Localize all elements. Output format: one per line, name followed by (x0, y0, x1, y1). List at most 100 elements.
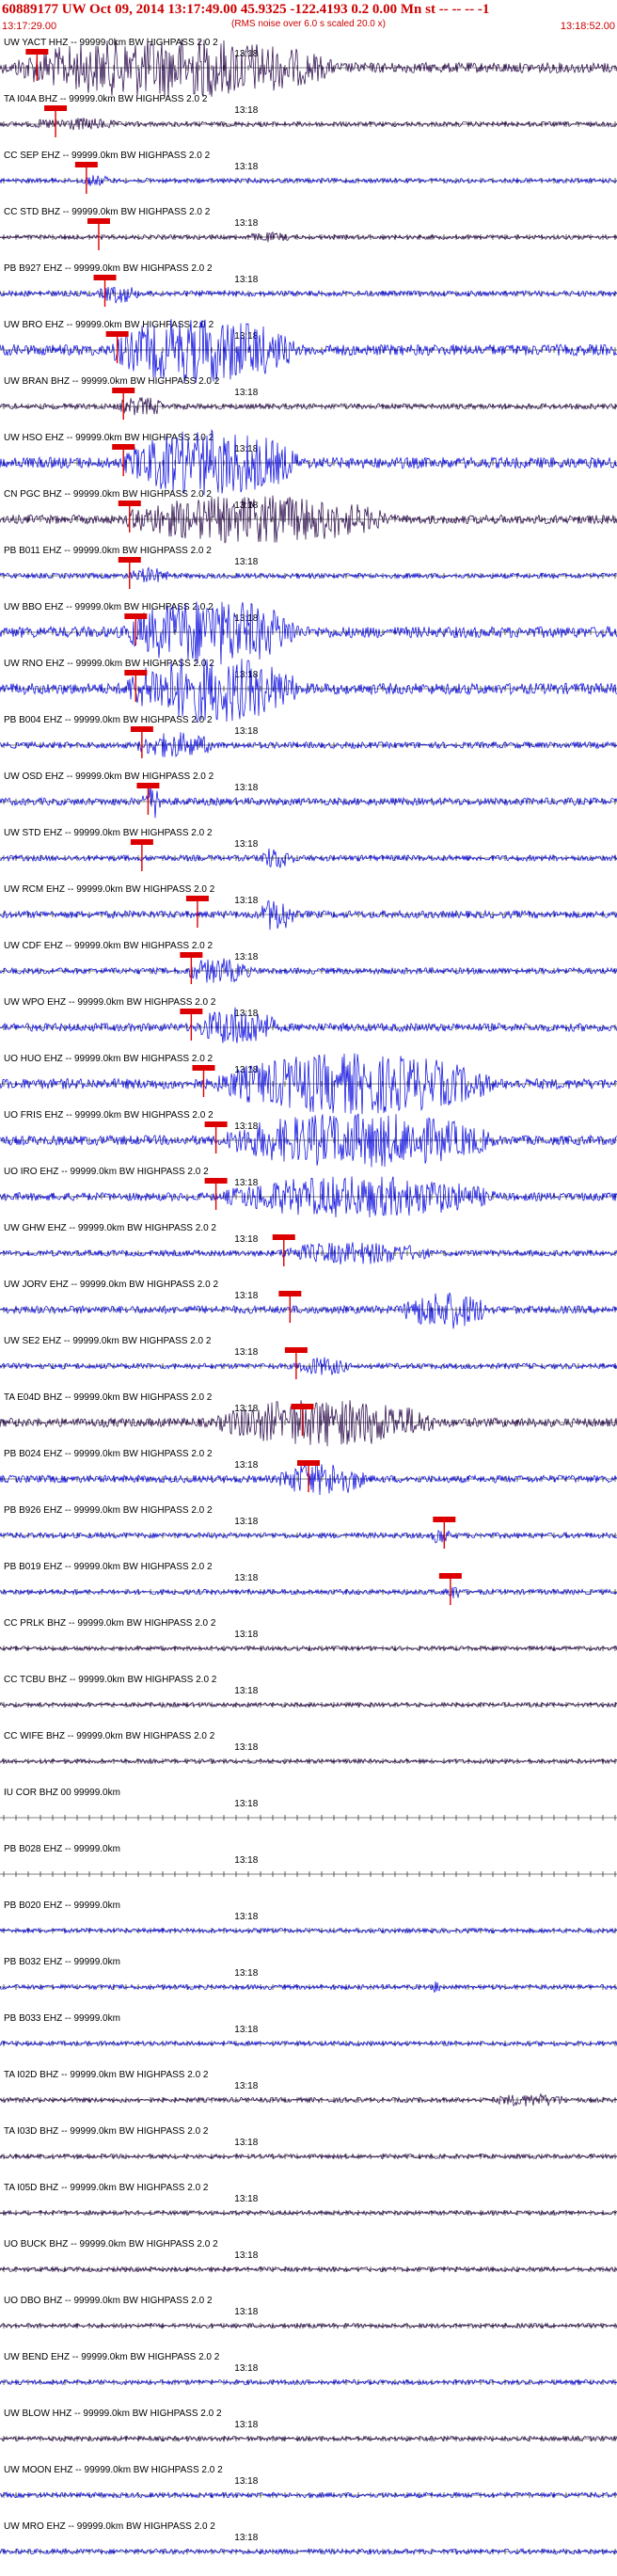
channel-row: PB B926 EHZ -- 99999.0km BW HIGHPASS 2.0… (0, 1505, 617, 1549)
channel-row: TA I03D BHZ -- 99999.0km BW HIGHPASS 2.0… (0, 2126, 617, 2160)
channel-row: TA E04D BHZ -- 99999.0km BW HIGHPASS 2.0… (0, 1392, 617, 1447)
waveform-trace (0, 286, 617, 304)
channel-row: CN PGC BHZ -- 99999.0km BW HIGHPASS 2.0 … (0, 489, 617, 544)
channel-label: TA I05D BHZ -- 99999.0km BW HIGHPASS 2.0… (4, 2183, 209, 2193)
channel-row: PB B011 EHZ -- 99999.0km BW HIGHPASS 2.0… (0, 546, 617, 589)
channel-row: UW GHW EHZ -- 99999.0km BW HIGHPASS 2.0 … (0, 1223, 617, 1266)
channel-label: TA E04D BHZ -- 99999.0km BW HIGHPASS 2.0… (4, 1392, 213, 1403)
channel-label: UW MRO EHZ -- 99999.0km BW HIGHPASS 2.0 … (4, 2521, 215, 2532)
channel-row: TA I04A BHZ -- 99999.0km BW HIGHPASS 2.0… (0, 94, 617, 137)
tick-label: 13:18 (234, 1912, 258, 1922)
channel-row: PB B927 EHZ -- 99999.0km BW HIGHPASS 2.0… (0, 263, 617, 307)
tick-label: 13:18 (234, 1799, 258, 1809)
channel-row: UO DBO BHZ -- 99999.0km BW HIGHPASS 2.0 … (0, 2296, 617, 2330)
channel-row: UW STD EHZ -- 99999.0km BW HIGHPASS 2.0 … (0, 828, 617, 871)
channel-row: UW BBO EHZ -- 99999.0km BW HIGHPASS 2.0 … (0, 601, 617, 665)
channel-row: PB B019 EHZ -- 99999.0km BW HIGHPASS 2.0… (0, 1562, 617, 1605)
channel-row: UW BRO EHZ -- 99999.0km BW HIGHPASS 2.0 … (0, 319, 617, 384)
tick-label: 13:18 (234, 1968, 258, 1979)
tick-label: 13:18 (234, 275, 258, 285)
tick-label: 13:18 (234, 783, 258, 793)
tick-label: 13:18 (234, 2307, 258, 2317)
tick-label: 13:18 (234, 444, 258, 454)
channel-label: UO BUCK BHZ -- 99999.0km BW HIGHPASS 2.0… (4, 2239, 218, 2250)
channel-label: UW GHW EHZ -- 99999.0km BW HIGHPASS 2.0 … (4, 1223, 216, 1233)
tick-label: 13:18 (234, 839, 258, 850)
channel-label: UW OSD EHZ -- 99999.0km BW HIGHPASS 2.0 … (4, 771, 214, 782)
seismogram-panel: UW YACT HHZ -- 99999.0km BW HIGHPASS 2.0… (0, 38, 617, 2556)
channel-row: UW BLOW HHZ -- 99999.0km BW HIGHPASS 2.0… (0, 2409, 617, 2442)
channel-label: PB B011 EHZ -- 99999.0km BW HIGHPASS 2.0… (4, 546, 212, 556)
channel-row: UW WPO EHZ -- 99999.0km BW HIGHPASS 2.0 … (0, 997, 617, 1043)
channel-label: UW BRO EHZ -- 99999.0km BW HIGHPASS 2.0 … (4, 320, 214, 330)
channel-label: CC STD BHZ -- 99999.0km BW HIGHPASS 2.0 … (4, 207, 211, 217)
tick-label: 13:18 (234, 162, 258, 172)
channel-label: PB B927 EHZ -- 99999.0km BW HIGHPASS 2.0… (4, 263, 213, 274)
channel-label: CC SEP EHZ -- 99999.0km BW HIGHPASS 2.0 … (4, 151, 211, 161)
tick-label: 13:18 (234, 726, 258, 737)
channel-row: PB B032 EHZ -- 99999.0km 13:18 (0, 1957, 617, 1993)
rms-note: (RMS noise over 6.0 s scaled 20.0 x) (231, 19, 386, 29)
channel-label: UW MOON EHZ -- 99999.0km BW HIGHPASS 2.0… (4, 2465, 223, 2475)
channel-row: CC SEP EHZ -- 99999.0km BW HIGHPASS 2.0 … (0, 151, 617, 194)
channel-row: PB B004 EHZ -- 99999.0km BW HIGHPASS 2.0… (0, 715, 617, 758)
channel-row: UW YACT HHZ -- 99999.0km BW HIGHPASS 2.0… (0, 38, 617, 98)
waveform-trace (0, 732, 617, 758)
tick-label: 13:18 (234, 105, 258, 116)
channel-label: TA I02D BHZ -- 99999.0km BW HIGHPASS 2.0… (4, 2070, 209, 2080)
tick-label: 13:18 (234, 2476, 258, 2487)
channel-label: CN PGC BHZ -- 99999.0km BW HIGHPASS 2.0 … (4, 489, 212, 500)
waveform-trace (0, 1586, 617, 1598)
tick-label: 13:18 (234, 1121, 258, 1132)
waveform-trace (0, 958, 617, 983)
tick-label: 13:18 (234, 2138, 258, 2148)
tick-label: 13:18 (234, 388, 258, 398)
channel-label: CC TCBU BHZ -- 99999.0km BW HIGHPASS 2.0… (4, 1675, 217, 1685)
channel-label: TA I03D BHZ -- 99999.0km BW HIGHPASS 2.0… (4, 2126, 209, 2137)
channel-row: UW BRAN BHZ -- 99999.0km BW HIGHPASS 2.0… (0, 376, 617, 420)
tick-label: 13:18 (234, 2250, 258, 2261)
tick-label: 13:18 (234, 1460, 258, 1471)
waveform-trace (0, 566, 617, 583)
channel-row: UW RCM EHZ -- 99999.0km BW HIGHPASS 2.0 … (0, 884, 617, 930)
channel-label: PB B032 EHZ -- 99999.0km (4, 1957, 120, 1967)
channel-row: UW OSD EHZ -- 99999.0km BW HIGHPASS 2.0 … (0, 771, 617, 819)
channel-row: PB B024 EHZ -- 99999.0km BW HIGHPASS 2.0… (0, 1449, 617, 1496)
tick-label: 13:18 (234, 1855, 258, 1866)
tick-label: 13:18 (234, 1630, 258, 1640)
waveform-trace (0, 900, 617, 930)
tick-label: 13:18 (234, 1291, 258, 1301)
tick-label: 13:18 (234, 218, 258, 229)
channel-row: CC WIFE BHZ -- 99999.0km BW HIGHPASS 2.0… (0, 1731, 617, 1765)
channel-row: PB B020 EHZ -- 99999.0km 13:18 (0, 1900, 617, 1934)
channel-label: UW RNO EHZ -- 99999.0km BW HIGHPASS 2.0 … (4, 659, 214, 669)
channel-label: PB B019 EHZ -- 99999.0km BW HIGHPASS 2.0… (4, 1562, 213, 1572)
channel-row: UO FRIS EHZ -- 99999.0km BW HIGHPASS 2.0… (0, 1110, 617, 1168)
channel-row: UW JORV EHZ -- 99999.0km BW HIGHPASS 2.0… (0, 1280, 617, 1329)
channel-label: TA I04A BHZ -- 99999.0km BW HIGHPASS 2.0… (4, 94, 208, 104)
channel-label: UW BBO EHZ -- 99999.0km BW HIGHPASS 2.0 … (4, 602, 214, 612)
channel-row: UO IRO EHZ -- 99999.0km BW HIGHPASS 2.0 … (0, 1167, 617, 1217)
channel-row: CC STD BHZ -- 99999.0km BW HIGHPASS 2.0 … (0, 207, 617, 250)
channel-row: PB B028 EHZ -- 99999.0km 13:18 (0, 1844, 617, 1877)
channel-row: UW CDF EHZ -- 99999.0km BW HIGHPASS 2.0 … (0, 941, 617, 984)
channel-label: PB B033 EHZ -- 99999.0km (4, 2013, 120, 2024)
channel-row: UW BEND EHZ -- 99999.0km BW HIGHPASS 2.0… (0, 2352, 617, 2386)
tick-label: 13:18 (234, 952, 258, 962)
tick-label: 13:18 (234, 2194, 258, 2204)
channel-label: IU COR BHZ 00 99999.0km (4, 1788, 120, 1798)
channel-row: TA I02D BHZ -- 99999.0km BW HIGHPASS 2.0… (0, 2070, 617, 2107)
channel-row: TA I05D BHZ -- 99999.0km BW HIGHPASS 2.0… (0, 2183, 617, 2217)
channel-label: PB B028 EHZ -- 99999.0km (4, 1844, 120, 1854)
channel-row: UO HUO EHZ -- 99999.0km BW HIGHPASS 2.0 … (0, 1053, 617, 1115)
tick-label: 13:18 (234, 2025, 258, 2035)
tick-label: 13:18 (234, 1178, 258, 1188)
tick-label: 13:18 (234, 613, 258, 624)
channel-row: UO BUCK BHZ -- 99999.0km BW HIGHPASS 2.0… (0, 2239, 617, 2273)
channel-label: PB B926 EHZ -- 99999.0km BW HIGHPASS 2.0… (4, 1505, 213, 1516)
waveform-trace (0, 1007, 617, 1043)
channel-row: UW HSO EHZ -- 99999.0km BW HIGHPASS 2.0 … (0, 429, 617, 496)
channel-row: UW RNO EHZ -- 99999.0km BW HIGHPASS 2.0 … (0, 658, 617, 723)
waveform-trace (0, 1529, 617, 1544)
channel-label: UW BLOW HHZ -- 99999.0km BW HIGHPASS 2.0… (4, 2409, 222, 2419)
